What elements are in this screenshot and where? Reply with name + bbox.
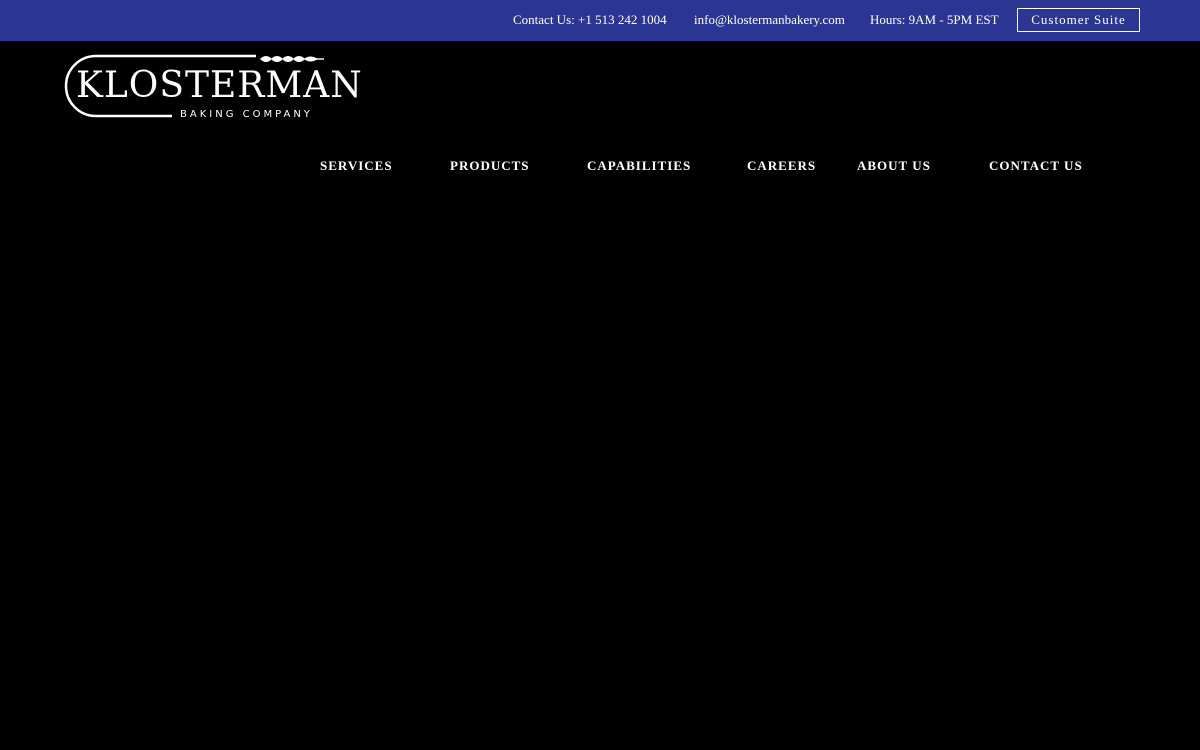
email-link[interactable]: info@klostermanbakery.com — [694, 12, 845, 28]
logo-tagline: BAKING COMPANY — [180, 109, 313, 120]
nav-item-about-us[interactable]: ABOUT US — [857, 157, 931, 175]
nav-item-capabilities[interactable]: CAPABILITIES — [587, 157, 691, 175]
customer-suite-button[interactable]: Customer Suite — [1017, 8, 1140, 32]
top-bar: Contact Us: +1 513 242 1004 info@kloster… — [0, 0, 1200, 41]
logo[interactable]: KLOSTERMAN BAKING COMPANY — [60, 50, 362, 122]
hero-area — [0, 190, 1200, 750]
wheat-icon — [260, 56, 324, 62]
nav-item-contact-us[interactable]: CONTACT US — [989, 157, 1083, 175]
business-hours: Hours: 9AM - 5PM EST — [870, 12, 999, 27]
nav-item-careers[interactable]: CAREERS — [747, 157, 816, 175]
nav-item-services[interactable]: SERVICES — [320, 157, 393, 175]
nav-item-products[interactable]: PRODUCTS — [450, 157, 530, 175]
logo-wordmark: KLOSTERMAN — [76, 65, 363, 106]
phone-link[interactable]: Contact Us: +1 513 242 1004 — [513, 12, 667, 28]
